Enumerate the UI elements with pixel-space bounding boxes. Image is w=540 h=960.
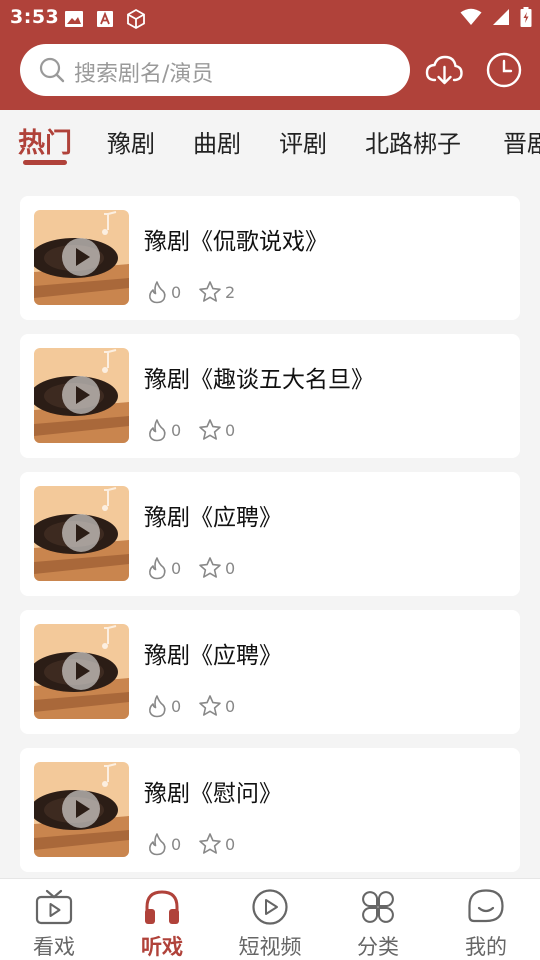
image-notification-icon bbox=[65, 11, 83, 27]
wifi-icon bbox=[460, 8, 482, 25]
fav-count-value: 0 bbox=[225, 834, 236, 854]
status-time: 3:53 bbox=[10, 6, 60, 28]
nav-profile[interactable]: 我的 bbox=[432, 887, 540, 960]
active-tab-indicator bbox=[23, 160, 67, 165]
hot-count-value: 0 bbox=[171, 282, 182, 302]
tab-pingju[interactable]: 评剧 bbox=[279, 124, 327, 159]
clock-icon bbox=[486, 52, 522, 88]
hot-count-value: 0 bbox=[171, 696, 182, 716]
tab-jinju[interactable]: 晋剧 bbox=[503, 124, 540, 159]
thumbnail bbox=[34, 486, 129, 581]
hot-count: 0 bbox=[146, 694, 181, 718]
search-icon bbox=[39, 57, 65, 83]
cloud-download-icon bbox=[425, 55, 463, 85]
record-player-icon bbox=[34, 762, 129, 857]
tab-beilu-bangzi[interactable]: 北路梆子 bbox=[365, 124, 461, 159]
hot-count-value: 0 bbox=[171, 420, 182, 440]
nav-watch[interactable]: 看戏 bbox=[0, 887, 108, 960]
bottom-navigation: 看戏 听戏 短视频 分类 我的 bbox=[0, 878, 540, 960]
audio-list: 豫剧《侃歌说戏》 0 2 豫剧《趣谈五大名旦》 0 0 豫剧《应聘》 0 0 豫… bbox=[20, 196, 520, 886]
category-icon bbox=[362, 891, 394, 923]
nav-listen-label: 听戏 bbox=[141, 935, 183, 959]
thumbnail bbox=[34, 210, 129, 305]
list-item[interactable]: 豫剧《慰问》 0 0 bbox=[20, 748, 520, 872]
nav-category[interactable]: 分类 bbox=[324, 887, 432, 960]
hot-count: 0 bbox=[146, 418, 181, 442]
nav-short-video[interactable]: 短视频 bbox=[216, 887, 324, 960]
play-circle-icon bbox=[252, 889, 288, 925]
record-player-icon bbox=[34, 348, 129, 443]
nav-watch-label: 看戏 bbox=[33, 935, 75, 959]
headphones-icon bbox=[145, 890, 179, 924]
hot-count-value: 0 bbox=[171, 834, 182, 854]
item-title: 豫剧《侃歌说戏》 bbox=[144, 229, 328, 255]
star-icon bbox=[199, 557, 221, 578]
hot-count: 0 bbox=[146, 280, 181, 304]
star-icon bbox=[199, 695, 221, 716]
hot-count: 0 bbox=[146, 556, 181, 580]
tab-quju[interactable]: 曲剧 bbox=[193, 124, 241, 159]
item-title: 豫剧《应聘》 bbox=[144, 505, 282, 531]
list-item[interactable]: 豫剧《侃歌说戏》 0 2 bbox=[20, 196, 520, 320]
thumbnail bbox=[34, 348, 129, 443]
nav-short-video-label: 短视频 bbox=[238, 935, 302, 959]
fav-count-value: 0 bbox=[225, 420, 236, 440]
battery-icon bbox=[520, 7, 532, 27]
flame-icon bbox=[149, 557, 166, 580]
profile-icon bbox=[468, 889, 504, 923]
star-icon bbox=[199, 833, 221, 854]
hot-count: 0 bbox=[146, 832, 181, 856]
fav-count: 2 bbox=[198, 280, 235, 304]
fav-count: 0 bbox=[198, 418, 235, 442]
history-button[interactable] bbox=[484, 50, 524, 90]
cell-signal-icon bbox=[493, 9, 509, 25]
search-input[interactable]: 搜索剧名/演员 bbox=[20, 44, 410, 96]
list-item[interactable]: 豫剧《应聘》 0 0 bbox=[20, 610, 520, 734]
list-item[interactable]: 豫剧《应聘》 0 0 bbox=[20, 472, 520, 596]
flame-icon bbox=[149, 695, 166, 718]
category-tabs: 热门 豫剧 曲剧 评剧 北路梆子 晋剧 bbox=[0, 110, 540, 176]
search-placeholder: 搜索剧名/演员 bbox=[74, 62, 214, 87]
flame-icon bbox=[149, 281, 166, 304]
font-notification-icon bbox=[97, 11, 113, 27]
flame-icon bbox=[149, 419, 166, 442]
flame-icon bbox=[149, 833, 166, 856]
fav-count-value: 0 bbox=[225, 558, 236, 578]
item-title: 豫剧《慰问》 bbox=[144, 781, 282, 807]
item-title: 豫剧《趣谈五大名旦》 bbox=[144, 367, 374, 393]
fav-count: 0 bbox=[198, 694, 235, 718]
record-player-icon bbox=[34, 210, 129, 305]
record-player-icon bbox=[34, 624, 129, 719]
nav-profile-label: 我的 bbox=[465, 935, 507, 959]
record-player-icon bbox=[34, 486, 129, 581]
thumbnail bbox=[34, 762, 129, 857]
fav-count: 0 bbox=[198, 556, 235, 580]
fav-count-value: 0 bbox=[225, 696, 236, 716]
top-bar: 搜索剧名/演员 bbox=[0, 36, 540, 110]
star-icon bbox=[199, 419, 221, 440]
nav-listen[interactable]: 听戏 bbox=[108, 887, 216, 960]
thumbnail bbox=[34, 624, 129, 719]
tv-icon bbox=[35, 889, 73, 925]
fav-count: 0 bbox=[198, 832, 235, 856]
fav-count-value: 2 bbox=[225, 282, 236, 302]
list-item[interactable]: 豫剧《趣谈五大名旦》 0 0 bbox=[20, 334, 520, 458]
cube-notification-icon bbox=[127, 8, 145, 30]
hot-count-value: 0 bbox=[171, 558, 182, 578]
tab-hot[interactable]: 热门 bbox=[18, 121, 72, 160]
star-icon bbox=[199, 281, 221, 302]
status-bar: 3:53 bbox=[0, 0, 540, 36]
download-button[interactable] bbox=[424, 50, 464, 90]
item-title: 豫剧《应聘》 bbox=[144, 643, 282, 669]
tab-yuju[interactable]: 豫剧 bbox=[107, 124, 155, 159]
nav-category-label: 分类 bbox=[357, 935, 399, 959]
